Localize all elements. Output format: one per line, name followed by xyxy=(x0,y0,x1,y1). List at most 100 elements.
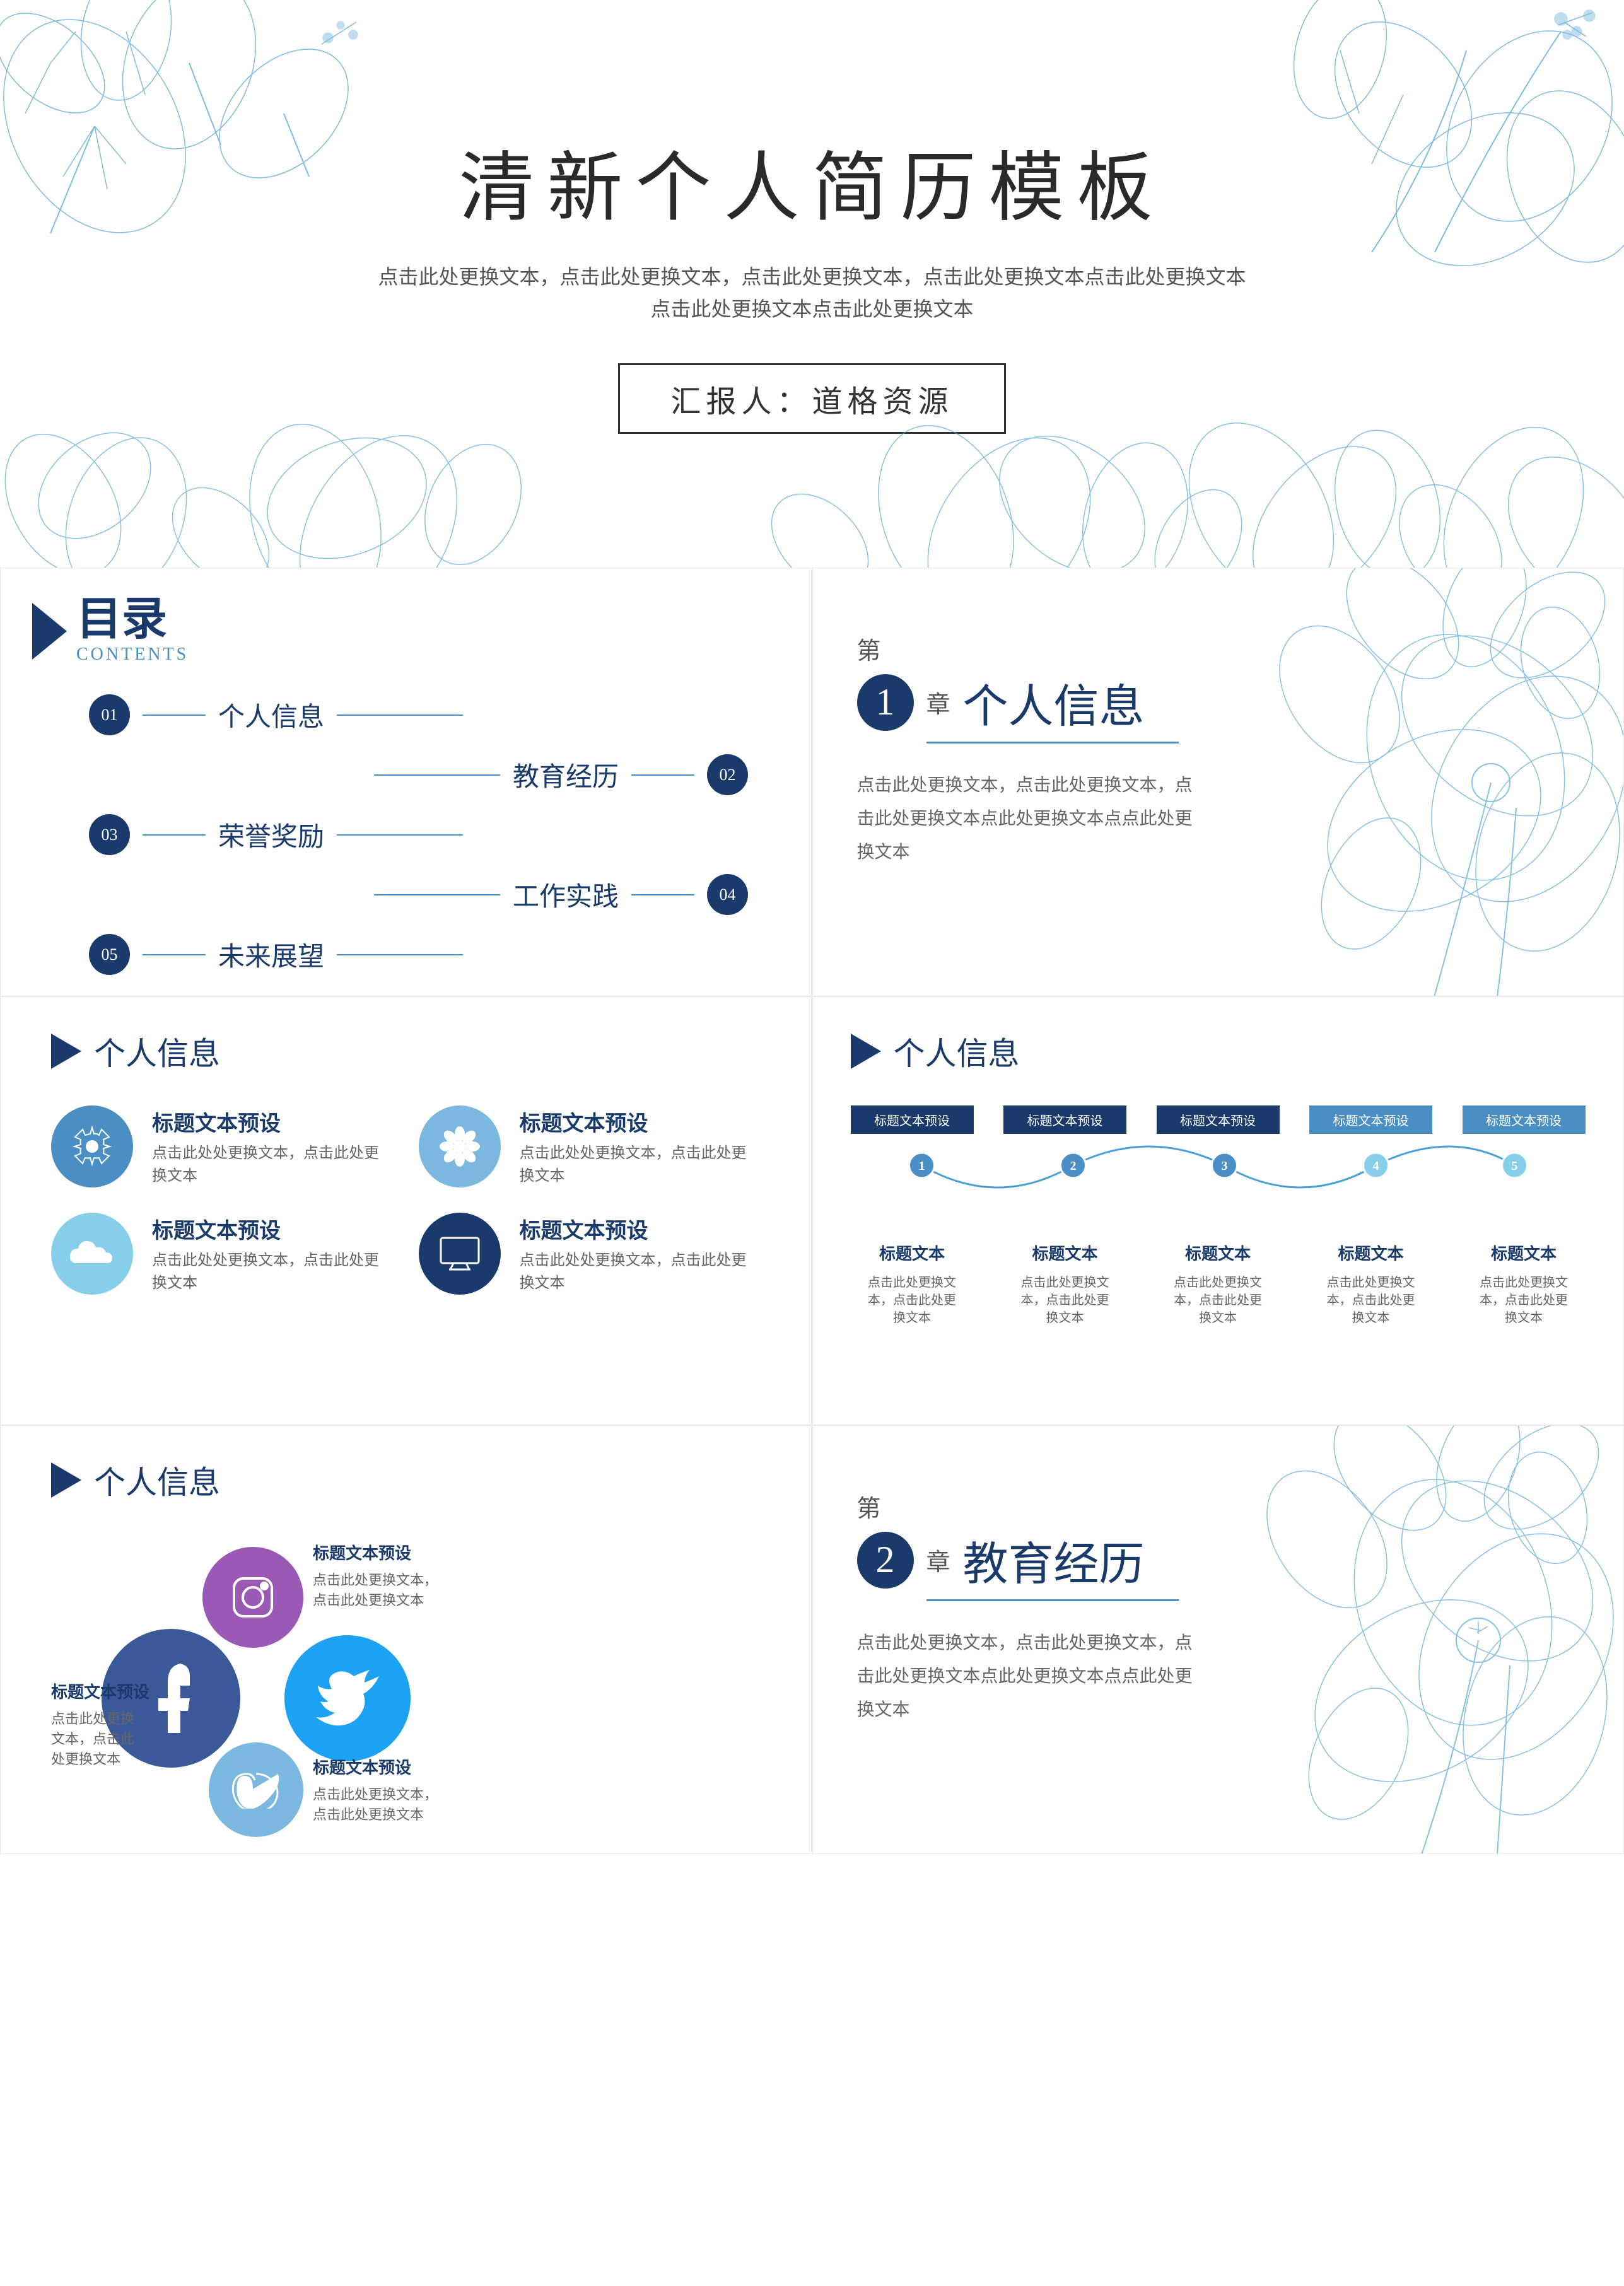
chapter2-title: 教育经历 xyxy=(963,1527,1145,1593)
svg-text:1: 1 xyxy=(918,1159,925,1173)
timeline-sub-2: 标题文本 xyxy=(1003,1241,1126,1264)
icon-desc-4: 点击此处处更换文本，点击此处更换文本 xyxy=(520,1249,761,1295)
toc-header: 目录 CONTENTS xyxy=(76,597,189,665)
section-triangle-2 xyxy=(851,1034,881,1069)
toc-line-3 xyxy=(143,834,206,836)
timeline-box-3: 标题文本预设 xyxy=(1157,1105,1280,1134)
icon-circle-gear xyxy=(51,1105,133,1187)
timeline-sub-4: 标题文本 xyxy=(1309,1241,1432,1264)
timeline-sub-1: 标题文本 xyxy=(851,1241,974,1264)
social-info-title: 个人信息 xyxy=(94,1457,220,1503)
cover-content: 清新个人简历模板 点击此处更换文本，点击此处更换文本，点击此处更换文本，点击此处… xyxy=(245,126,1380,434)
toc-slide: 目录 CONTENTS 01 个人信息 02 教育经历 03 xyxy=(0,568,812,996)
toc-line-1b xyxy=(337,714,463,716)
timeline-desc-4: 点击此处更换文本，点击此处更换文本 xyxy=(1309,1274,1432,1327)
timeline-sub-5: 标题文本 xyxy=(1463,1241,1586,1264)
icon-text-2: 标题文本预设 点击此处处更换文本，点击此处更换文本 xyxy=(520,1106,761,1187)
toc-item-5: 05 未来展望 xyxy=(51,934,786,975)
icons-grid: 标题文本预设 点击此处处更换文本，点击此处更换文本 xyxy=(51,1105,761,1295)
bubble-twitter xyxy=(284,1635,411,1761)
toc-title-cn: 目录 xyxy=(76,597,189,642)
facebook-label: 标题文本预设 xyxy=(51,1679,149,1703)
toc-line-5 xyxy=(143,954,206,955)
svg-text:4: 4 xyxy=(1372,1159,1379,1173)
social-bubbles-container: 标题文本预设 点击此处更换文本，点击此处更换文本 标题文本预设 点击此处更换文本… xyxy=(51,1534,761,1837)
toc-label-4: 工作实践 xyxy=(513,875,619,914)
svg-text:2: 2 xyxy=(1070,1159,1076,1173)
timeline-descs: 点击此处更换文本，点击此处更换文本 点击此处更换文本，点击此处更换文本 点击此处… xyxy=(851,1274,1586,1327)
chapter1-desc: 点击此处更换文本，点击此处更换文本，点击此处更换文本点此处更换文本点点此处更换文… xyxy=(857,769,1204,870)
toc-line-2b xyxy=(374,774,500,776)
icon-label-2: 标题文本预设 xyxy=(520,1106,761,1137)
icon-item-2: 标题文本预设 点击此处处更换文本，点击此处更换文本 xyxy=(419,1105,761,1187)
vimeo-desc: 点击此处更换文本，点击此处更换文本 xyxy=(313,1783,438,1824)
toc-label-5: 未来展望 xyxy=(218,935,324,974)
svg-text:5: 5 xyxy=(1511,1159,1517,1173)
chapter1-title-row: 1 章 个人信息 xyxy=(857,669,1204,735)
timeline-desc-1: 点击此处更换文本，点击此处更换文本 xyxy=(851,1274,974,1327)
icon-label-1: 标题文本预设 xyxy=(152,1106,394,1137)
chapter2-content: 第 2 章 教育经历 点击此处更换文本，点击此处更换文本，点击此处更换文本点此处… xyxy=(857,1489,1204,1727)
toc-label-2: 教育经历 xyxy=(513,755,619,794)
vimeo-label: 标题文本预设 xyxy=(313,1755,411,1778)
icon-text-3: 标题文本预设 点击此处处更换文本，点击此处更换文本 xyxy=(152,1213,394,1295)
timeline-top-boxes: 标题文本预设 标题文本预设 标题文本预设 标题文本预设 标题文本预设 xyxy=(851,1105,1586,1134)
icon-label-4: 标题文本预设 xyxy=(520,1213,761,1244)
chapter1-slide: 第 1 章 个人信息 点击此处更换文本，点击此处更换文本，点击此处更换文本点此处… xyxy=(812,568,1624,996)
chapter2-floral xyxy=(1232,1426,1623,1854)
timeline-track: 1 2 3 4 5 xyxy=(851,1134,1586,1235)
chapter2-word-post: 章 xyxy=(926,1542,950,1577)
toc-item-2: 02 教育经历 xyxy=(51,754,786,795)
instagram-desc: 点击此处更换文本，点击此处更换文本 xyxy=(313,1569,438,1609)
chapter1-content: 第 1 章 个人信息 点击此处更换文本，点击此处更换文本，点击此处更换文本点此处… xyxy=(857,631,1204,870)
personal-info-timeline-header: 个人信息 xyxy=(851,1029,1586,1074)
toc-title-en: CONTENTS xyxy=(76,644,189,665)
icon-item-3: 标题文本预设 点击此处处更换文本，点击此处更换文本 xyxy=(51,1213,394,1295)
timeline-sub-3: 标题文本 xyxy=(1157,1241,1280,1264)
toc-num-2: 02 xyxy=(707,754,748,795)
section-triangle-3 xyxy=(51,1462,81,1498)
chapter1-underline xyxy=(926,742,1179,744)
toc-num-5: 05 xyxy=(89,934,130,975)
chapter2-circle: 2 xyxy=(857,1532,914,1589)
timeline-desc-2: 点击此处更换文本，点击此处更换文本 xyxy=(1003,1274,1126,1327)
bubble-vimeo xyxy=(209,1742,303,1837)
cover-title: 清新个人简历模板 xyxy=(245,126,1380,236)
toc-line-2 xyxy=(631,774,694,776)
timeline-sub-labels: 标题文本 标题文本 标题文本 标题文本 标题文本 xyxy=(851,1241,1586,1264)
toc-label-1: 个人信息 xyxy=(218,696,324,734)
icon-item-4: 标题文本预设 点击此处处更换文本，点击此处更换文本 xyxy=(419,1213,761,1295)
floral-bottom xyxy=(0,391,1624,568)
icon-item-1: 标题文本预设 点击此处处更换文本，点击此处更换文本 xyxy=(51,1105,394,1187)
timeline-box-5: 标题文本预设 xyxy=(1463,1105,1586,1134)
chapter-word-pre: 第 xyxy=(857,631,1204,666)
timeline-box-4: 标题文本预设 xyxy=(1309,1105,1432,1134)
chapter2-title-row: 2 章 教育经历 xyxy=(857,1527,1204,1593)
toc-label-3: 荣誉奖励 xyxy=(218,815,324,854)
chapter1-floral xyxy=(1245,568,1623,996)
icon-desc-2: 点击此处处更换文本，点击此处更换文本 xyxy=(520,1142,761,1187)
icon-text-4: 标题文本预设 点击此处处更换文本，点击此处更换文本 xyxy=(520,1213,761,1295)
chapter2-slide: 第 2 章 教育经历 点击此处更换文本，点击此处更换文本，点击此处更换文本点此处… xyxy=(812,1425,1624,1854)
social-info-slide: 个人信息 标题文本预设 点击此处更换文本，点击此处更换文本 xyxy=(0,1425,812,1854)
chapter-word-post: 章 xyxy=(926,685,950,720)
toc-line-5b xyxy=(337,954,463,955)
toc-num-3: 03 xyxy=(89,814,130,855)
social-info-header: 个人信息 xyxy=(51,1457,761,1503)
slides-grid: 目录 CONTENTS 01 个人信息 02 教育经历 03 xyxy=(0,568,1624,1854)
icon-circle-flower xyxy=(419,1105,501,1187)
toc-items: 01 个人信息 02 教育经历 03 荣誉奖励 04 xyxy=(51,694,786,994)
chapter2-underline xyxy=(926,1599,1179,1601)
toc-num-4: 04 xyxy=(707,874,748,915)
toc-item-1: 01 个人信息 xyxy=(51,694,786,735)
toc-line-4 xyxy=(631,894,694,895)
toc-triangle xyxy=(32,603,67,660)
chapter2-word-pre: 第 xyxy=(857,1489,1204,1524)
cover-slide: 清新个人简历模板 点击此处更换文本，点击此处更换文本，点击此处更换文本，点击此处… xyxy=(0,0,1624,568)
toc-item-4: 04 工作实践 xyxy=(51,874,786,915)
toc-item-3: 03 荣誉奖励 xyxy=(51,814,786,855)
personal-info-icons-slide: 个人信息 标题文本预设 点击此处处更换文本，点击此处更换文本 xyxy=(0,996,812,1425)
timeline-box-1: 标题文本预设 xyxy=(851,1105,974,1134)
chapter2-desc: 点击此处更换文本，点击此处更换文本，点击此处更换文本点此处更换文本点点此处更换文… xyxy=(857,1626,1204,1727)
icon-desc-1: 点击此处处更换文本，点击此处更换文本 xyxy=(152,1142,394,1187)
